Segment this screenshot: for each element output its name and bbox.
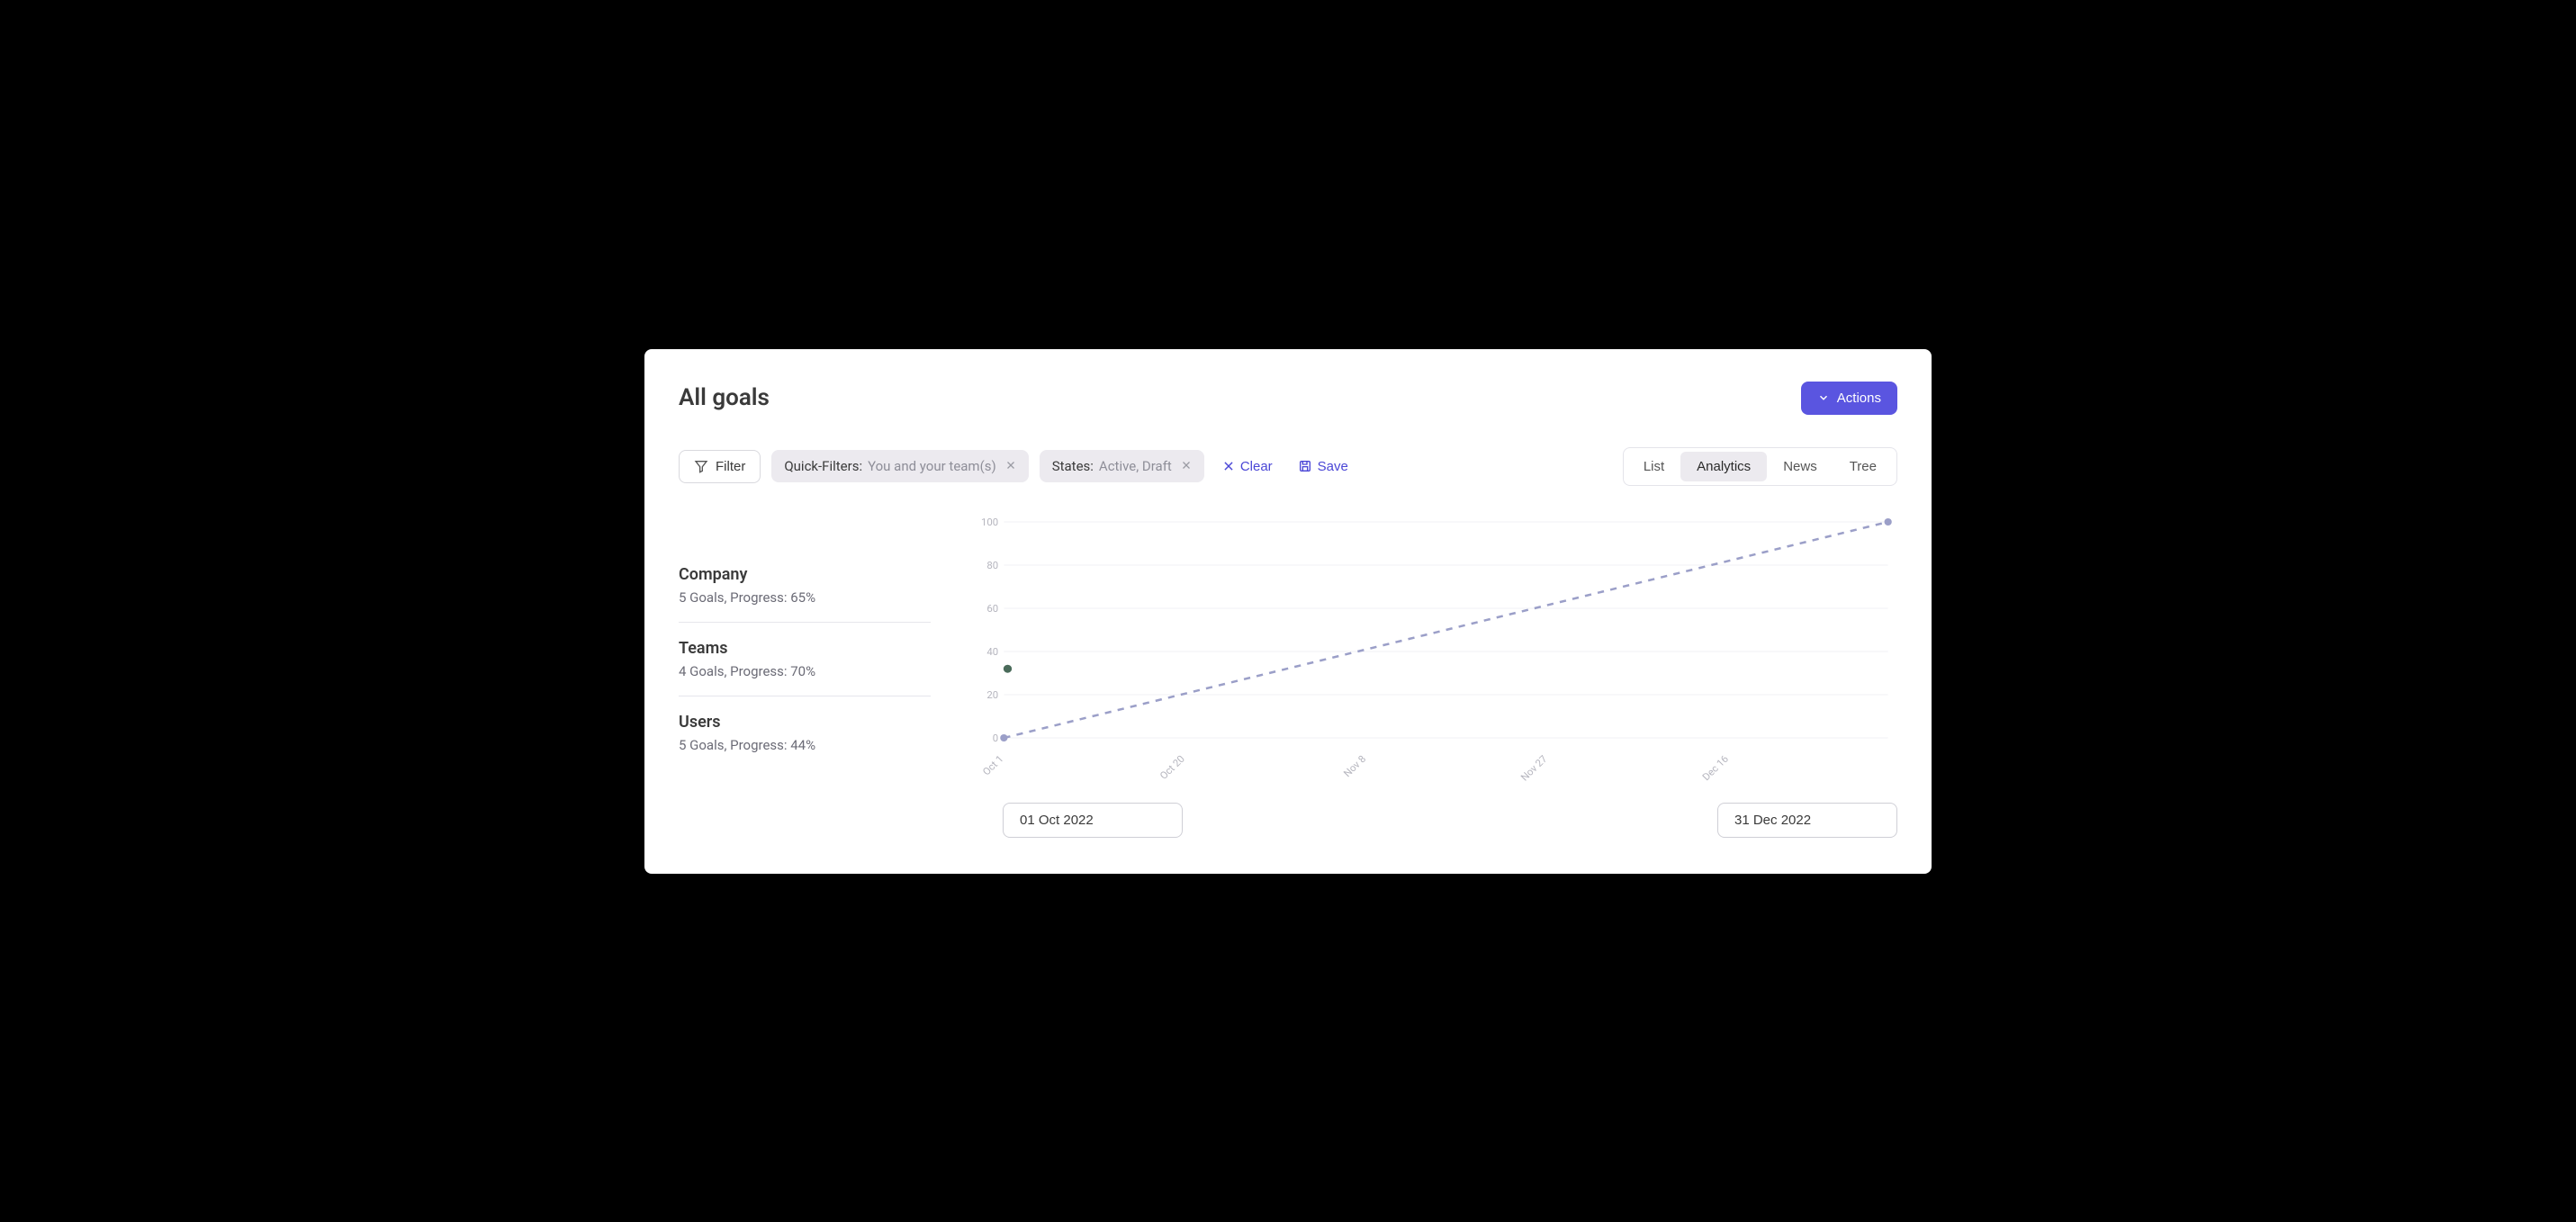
- chart-svg: 0 20 40 60 80 100 Oct 1 Oct 20 Nov 8 Nov 27 Dec 16: [967, 513, 1897, 783]
- clear-button[interactable]: Clear: [1215, 454, 1280, 480]
- chip-label: States:: [1052, 458, 1094, 474]
- toolbar-left: Filter Quick-Filters: You and your team(…: [679, 450, 1356, 483]
- filter-button[interactable]: Filter: [679, 450, 761, 483]
- tab-list[interactable]: List: [1627, 452, 1680, 481]
- svg-text:Nov 8: Nov 8: [1341, 753, 1368, 779]
- sidebar-block-sub: 5 Goals, Progress: 65%: [679, 589, 931, 606]
- header: All goals Actions: [679, 382, 1897, 415]
- sidebar: Company 5 Goals, Progress: 65% Teams 4 G…: [679, 513, 931, 838]
- chip-value: Active, Draft: [1099, 458, 1172, 474]
- svg-text:Dec 16: Dec 16: [1700, 753, 1731, 783]
- toolbar: Filter Quick-Filters: You and your team(…: [679, 447, 1897, 486]
- chip-value: You and your team(s): [868, 458, 996, 474]
- chip-states[interactable]: States: Active, Draft: [1040, 450, 1204, 482]
- date-start-input[interactable]: [1003, 803, 1183, 838]
- svg-text:Nov 27: Nov 27: [1518, 753, 1550, 783]
- sidebar-block-sub: 4 Goals, Progress: 70%: [679, 663, 931, 679]
- goals-panel: All goals Actions Filter Quick-Filters: …: [644, 349, 1932, 874]
- filter-icon: [694, 459, 708, 473]
- svg-text:Oct 1: Oct 1: [980, 753, 1005, 777]
- chevron-down-icon: [1817, 391, 1830, 404]
- clear-label: Clear: [1240, 459, 1273, 474]
- sidebar-block-teams[interactable]: Teams 4 Goals, Progress: 70%: [679, 622, 931, 696]
- sidebar-block-title: Users: [679, 713, 931, 732]
- date-range-row: [967, 803, 1897, 838]
- sidebar-block-title: Company: [679, 565, 931, 584]
- svg-text:Oct 20: Oct 20: [1157, 753, 1187, 782]
- chip-label: Quick-Filters:: [784, 458, 862, 474]
- filter-label: Filter: [716, 459, 745, 474]
- svg-text:40: 40: [986, 646, 998, 658]
- content: Company 5 Goals, Progress: 65% Teams 4 G…: [679, 513, 1897, 838]
- sidebar-block-title: Teams: [679, 639, 931, 658]
- tab-analytics[interactable]: Analytics: [1680, 452, 1767, 481]
- close-icon[interactable]: [1005, 458, 1016, 474]
- actions-button[interactable]: Actions: [1801, 382, 1897, 415]
- svg-text:0: 0: [993, 732, 998, 744]
- tab-news[interactable]: News: [1767, 452, 1833, 481]
- svg-text:60: 60: [986, 603, 998, 615]
- save-label: Save: [1318, 459, 1348, 474]
- page-title: All goals: [679, 384, 770, 411]
- sidebar-block-sub: 5 Goals, Progress: 44%: [679, 737, 931, 753]
- chart-area: 0 20 40 60 80 100 Oct 1 Oct 20 Nov 8 Nov 27 Dec 16: [967, 513, 1897, 838]
- view-tabs: List Analytics News Tree: [1623, 447, 1897, 486]
- sidebar-block-users[interactable]: Users 5 Goals, Progress: 44%: [679, 696, 931, 769]
- x-icon: [1222, 460, 1235, 472]
- close-icon[interactable]: [1181, 458, 1192, 474]
- date-end-input[interactable]: [1717, 803, 1897, 838]
- tab-tree[interactable]: Tree: [1833, 452, 1893, 481]
- actions-label: Actions: [1837, 391, 1881, 406]
- sidebar-block-company[interactable]: Company 5 Goals, Progress: 65%: [679, 549, 931, 622]
- svg-text:100: 100: [981, 517, 998, 528]
- chart: 0 20 40 60 80 100 Oct 1 Oct 20 Nov 8 Nov 27 Dec 16: [967, 513, 1897, 783]
- chip-quick-filters[interactable]: Quick-Filters: You and your team(s): [771, 450, 1028, 482]
- save-icon: [1298, 459, 1312, 473]
- svg-text:20: 20: [986, 689, 998, 701]
- svg-text:80: 80: [986, 560, 998, 571]
- save-button[interactable]: Save: [1291, 454, 1356, 480]
